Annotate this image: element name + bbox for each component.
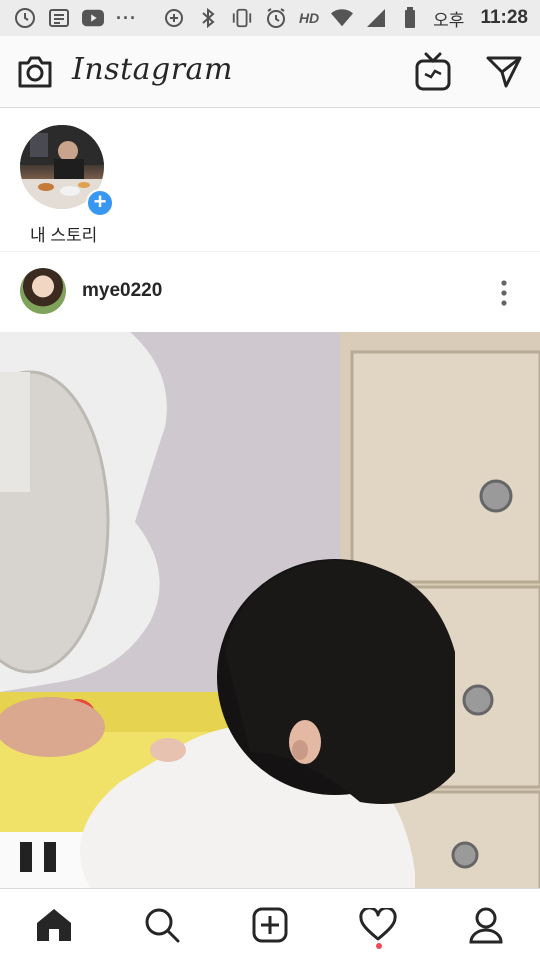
- status-time: 11:28: [480, 7, 528, 28]
- story-label: 내 스토리: [30, 226, 98, 245]
- vibrate-icon: [231, 7, 253, 29]
- more-options-icon[interactable]: [500, 280, 508, 306]
- data-saver-icon: [163, 7, 185, 29]
- wifi-icon: [331, 7, 354, 29]
- status-bar-left: ···: [14, 7, 137, 29]
- profile-icon[interactable]: [464, 903, 508, 947]
- direct-send-icon[interactable]: [484, 54, 524, 90]
- status-bar: ··· HD 오후 11:28: [0, 0, 540, 36]
- camera-icon[interactable]: [16, 54, 54, 90]
- status-bar-right: HD 오후 11:28: [163, 6, 528, 31]
- bottom-nav: [0, 888, 540, 960]
- stories-tray: + 내 스토리: [0, 109, 540, 252]
- story-own[interactable]: + 내 스토리: [20, 125, 114, 245]
- instagram-logo: Instagram: [72, 52, 233, 87]
- battery-icon: [399, 7, 421, 29]
- youtube-icon: [82, 7, 104, 29]
- home-icon[interactable]: [32, 903, 76, 947]
- activity-heart-icon[interactable]: [356, 903, 400, 947]
- igtv-icon[interactable]: [414, 50, 452, 92]
- alarm-clock-icon: [14, 7, 36, 29]
- post-header: mye0220: [0, 252, 540, 332]
- status-ampm: 오후: [433, 10, 465, 30]
- avatar[interactable]: [20, 268, 66, 314]
- more-icon: ···: [116, 7, 137, 28]
- news-icon: [48, 7, 70, 29]
- post-username[interactable]: mye0220: [82, 280, 162, 302]
- add-post-icon[interactable]: [248, 903, 292, 947]
- app-header: Instagram: [0, 36, 540, 108]
- hd-icon: HD: [298, 10, 320, 26]
- bluetooth-icon: [197, 7, 219, 29]
- search-icon[interactable]: [140, 903, 184, 947]
- post-photo[interactable]: [0, 332, 540, 888]
- alarm-icon: [265, 7, 287, 29]
- notification-dot: [376, 943, 382, 949]
- add-story-icon[interactable]: +: [86, 189, 114, 217]
- signal-icon: [365, 7, 387, 29]
